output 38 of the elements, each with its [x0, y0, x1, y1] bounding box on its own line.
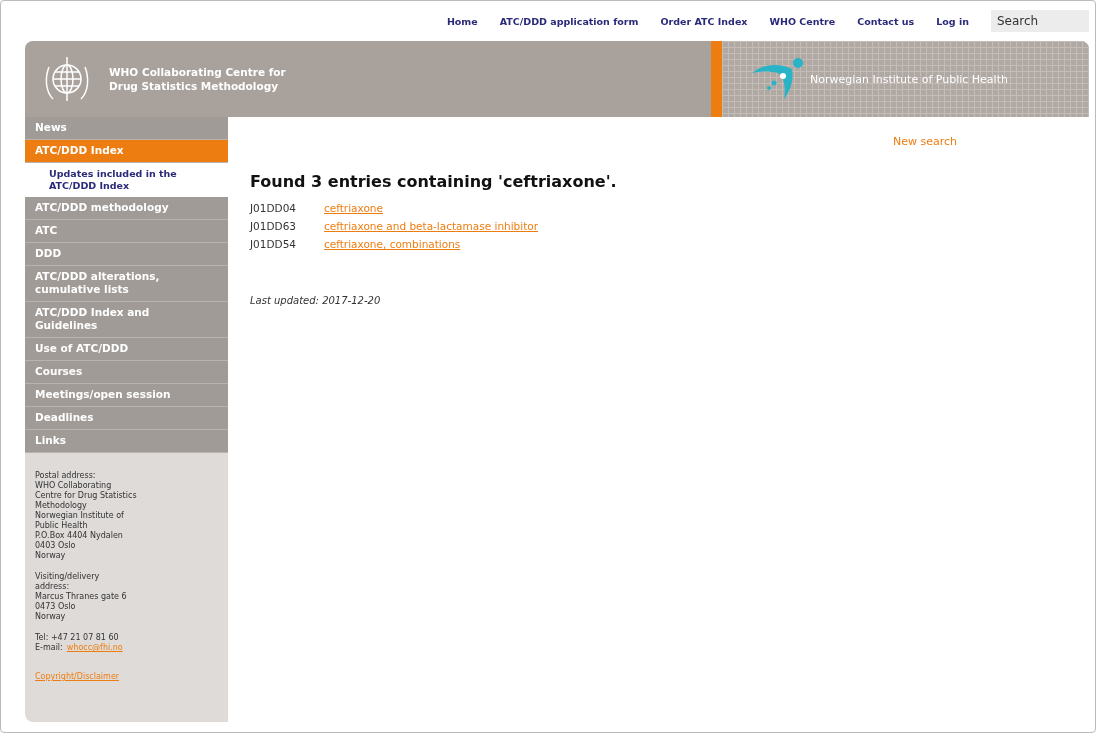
header-title: WHO Collaborating Centre for Drug Statistics Methodology: [109, 65, 286, 93]
atc-code: J01DD54: [250, 237, 297, 252]
email-label: E-mail:: [35, 643, 63, 653]
sidebar-item[interactable]: DDD: [25, 243, 228, 266]
results-heading: Found 3 entries containing 'ceftriaxone'.: [250, 172, 618, 191]
sidebar-item[interactable]: ATC/DDD Index: [25, 140, 228, 163]
address-text: Postal address: WHO Collaborating Centre for Drug Statistics Methodology Norwegian Institute of Public Health P.O.Box 4404 Nydalen 0403 Oslo Norway: [35, 471, 138, 561]
sidebar-item[interactable]: Use of ATC/DDD: [25, 338, 228, 361]
partner-name: Norwegian Institute of Public Health: [810, 72, 1008, 86]
copyright-link[interactable]: Copyright/Disclaimer: [35, 672, 120, 681]
sidebar-item[interactable]: ATC/DDD alterations, cumulative lists: [25, 266, 228, 302]
last-updated-text: Last updated: 2017-12-20: [250, 295, 382, 306]
phone-text: Tel: +47 21 07 81 60: [35, 633, 120, 643]
sidebar-item[interactable]: Deadlines: [25, 407, 228, 430]
address-text: Visiting/delivery address: Marcus Thranes gate 6 0473 Oslo Norway: [35, 572, 128, 622]
nav-link[interactable]: Order ATC Index: [660, 15, 748, 27]
substance-link[interactable]: ceftriaxone, combinations: [324, 235, 461, 253]
substance-link[interactable]: ceftriaxone: [324, 199, 383, 217]
sidebar-item[interactable]: Meetings/open session: [25, 384, 228, 407]
sidebar-item[interactable]: ATC/DDD Index and Guidelines: [25, 302, 228, 338]
swoosh-logo-icon: [750, 57, 806, 101]
nav-link[interactable]: Contact us: [857, 15, 915, 27]
email-link[interactable]: whocc@fhi.no: [66, 643, 123, 653]
nav-link[interactable]: Log in: [936, 15, 969, 27]
atc-code: J01DD04: [250, 201, 297, 216]
atc-code: J01DD63: [250, 219, 297, 234]
sidebar-item[interactable]: News: [25, 117, 228, 140]
substance-link[interactable]: ceftriaxone and beta-lactamase inhibitor: [324, 217, 539, 235]
sidebar-item[interactable]: Links: [25, 430, 228, 453]
sidebar-item[interactable]: Courses: [25, 361, 228, 384]
nav-link[interactable]: Home: [446, 15, 478, 27]
nav-link[interactable]: WHO Centre: [769, 15, 836, 27]
new-search-link[interactable]: New search: [892, 135, 957, 148]
sidebar-item[interactable]: ATC/DDD methodology: [25, 197, 228, 220]
sidebar-item[interactable]: ATC: [25, 220, 228, 243]
sidebar-subitem[interactable]: Updates included in the ATC/DDD Index: [25, 163, 228, 197]
nav-link[interactable]: ATC/DDD application form: [499, 15, 639, 27]
search-field[interactable]: Search: [991, 10, 1089, 32]
